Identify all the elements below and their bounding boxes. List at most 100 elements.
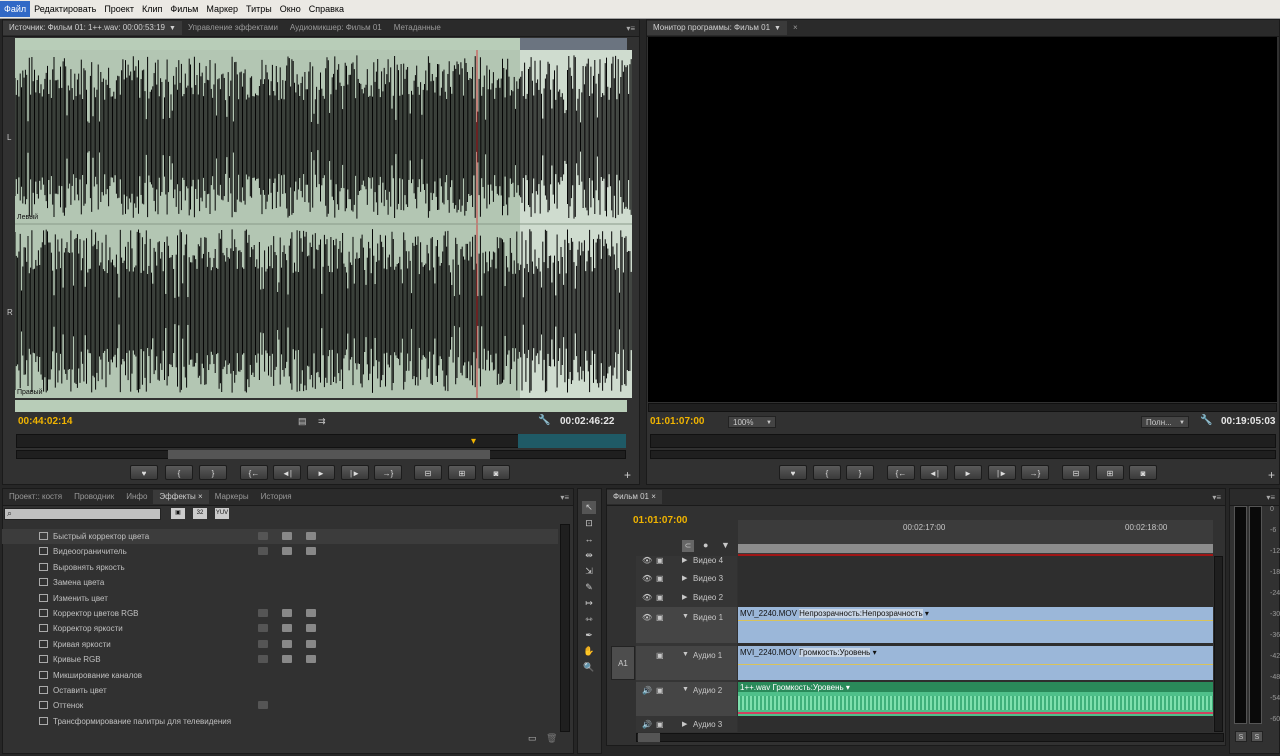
add-marker-button[interactable]: ♥	[779, 465, 807, 480]
export-frame-button[interactable]: ◙	[482, 465, 510, 480]
mark-in-button[interactable]: {	[165, 465, 193, 480]
zoom-select[interactable]: 100% ▼	[728, 416, 776, 428]
close-icon[interactable]: ×	[198, 492, 203, 501]
add-button-icon[interactable]: +	[624, 468, 631, 482]
tab-program-monitor[interactable]: Монитор программы: Фильм 01 ▼	[647, 21, 787, 35]
eye-icon[interactable]: 👁	[642, 556, 652, 565]
zoom-tool-icon[interactable]: 🔍	[582, 661, 596, 674]
selection-tool-icon[interactable]: ↖	[582, 501, 596, 514]
source-playhead-icon[interactable]: ▾	[471, 436, 476, 447]
collapse-track-icon[interactable]: ▼	[682, 613, 689, 620]
lift-button[interactable]: ⊟	[1062, 465, 1090, 480]
lock-icon[interactable]: ▣	[656, 686, 664, 695]
menu-help[interactable]: Справка	[305, 1, 348, 17]
lock-icon[interactable]: ▣	[656, 593, 664, 602]
speaker-icon[interactable]: 🔊	[642, 720, 652, 729]
tab-effects[interactable]: Эффекты ×	[153, 490, 209, 504]
add-marker-icon[interactable]: ●	[703, 540, 708, 550]
program-zoom-scrollbar[interactable]	[650, 450, 1276, 459]
export-frame-button[interactable]: ◙	[1129, 465, 1157, 480]
tab-markers[interactable]: Маркеры	[209, 490, 255, 504]
timeline-h-scrollbar[interactable]	[636, 733, 1224, 742]
effect-list-item[interactable]: Оттенок	[2, 698, 558, 713]
menu-marker[interactable]: Маркер	[202, 1, 242, 17]
goto-in-button[interactable]: {←	[887, 465, 915, 480]
new-bin-icon[interactable]: ▭	[528, 733, 537, 744]
slide-tool-icon[interactable]: ⇿	[582, 613, 596, 626]
panel-menu-icon[interactable]: ▾≡	[626, 24, 635, 33]
program-h-scrollbar[interactable]	[648, 403, 1277, 412]
effect-list-item[interactable]: Быстрый корректор цвета	[2, 529, 558, 544]
close-icon[interactable]: ×	[651, 492, 656, 501]
track-select-tool-icon[interactable]: ⊡	[582, 517, 596, 530]
expand-track-icon[interactable]: ▶	[682, 574, 687, 582]
step-back-button[interactable]: ◄|	[920, 465, 948, 480]
tab-audio-mixer[interactable]: Аудиомикшер: Фильм 01	[284, 21, 388, 35]
effect-list-item[interactable]: Кривая яркости	[2, 637, 558, 652]
eye-icon[interactable]: 👁	[642, 574, 652, 583]
panel-menu-icon[interactable]: ▾≡	[1212, 493, 1221, 502]
slip-tool-icon[interactable]: ↦	[582, 597, 596, 610]
lock-icon[interactable]: ▣	[656, 651, 664, 660]
expand-track-icon[interactable]: ▶	[682, 720, 687, 728]
effect-list-item[interactable]: Выровнять яркость	[2, 560, 558, 575]
effect-list-item[interactable]: Оставить цвет	[2, 683, 558, 698]
solo-left-button[interactable]: S	[1235, 731, 1247, 742]
snap-icon[interactable]: ⊂	[682, 540, 694, 552]
goto-in-button[interactable]: {←	[240, 465, 268, 480]
goto-out-button[interactable]: →}	[1021, 465, 1049, 480]
effects-v-scrollbar[interactable]	[560, 524, 570, 732]
rolling-edit-tool-icon[interactable]: ⇹	[582, 549, 596, 562]
overlay-button[interactable]: ⊞	[448, 465, 476, 480]
menu-window[interactable]: Окно	[276, 1, 305, 17]
effects-search-input[interactable]: ⌕	[4, 508, 161, 520]
effect-list-item[interactable]: Микширование каналов	[2, 668, 558, 683]
play-button[interactable]: ►	[954, 465, 982, 480]
opacity-line[interactable]	[738, 620, 1213, 621]
volume-line[interactable]	[738, 712, 1213, 714]
step-forward-button[interactable]: |►	[341, 465, 369, 480]
menu-file[interactable]: Файл	[0, 1, 31, 17]
eye-icon[interactable]: 👁	[642, 593, 652, 602]
waveform-scroll-thumb[interactable]	[520, 38, 627, 50]
timeline-v-scrollbar[interactable]	[1214, 556, 1223, 732]
tab-metadata[interactable]: Метаданные	[388, 21, 447, 35]
add-button-icon[interactable]: +	[1268, 468, 1275, 482]
collapse-track-icon[interactable]: ▼	[682, 686, 689, 693]
speaker-icon[interactable]: 🔊	[642, 686, 652, 695]
tab-effect-controls[interactable]: Управление эффектами	[182, 21, 284, 35]
expand-track-icon[interactable]: ▶	[682, 593, 687, 601]
lock-icon[interactable]: ▣	[656, 574, 664, 583]
add-marker-button[interactable]: ♥	[130, 465, 158, 480]
solo-right-button[interactable]: S	[1251, 731, 1263, 742]
menu-clip[interactable]: Клип	[138, 1, 166, 17]
effect-list-item[interactable]: Корректор яркости	[2, 621, 558, 636]
expand-track-icon[interactable]: ▶	[682, 556, 687, 564]
effect-list-item[interactable]: Видеоограничитель	[2, 544, 558, 559]
wrench-icon[interactable]: 🔧	[538, 415, 550, 426]
quality-select[interactable]: Полн... ▼	[1141, 416, 1189, 428]
wrench-icon[interactable]: 🔧	[1200, 415, 1212, 426]
yuv-filter-icon[interactable]: YUV	[215, 508, 229, 519]
step-forward-button[interactable]: |►	[988, 465, 1016, 480]
tab-sequence[interactable]: Фильм 01 ×	[607, 490, 662, 504]
mark-out-button[interactable]: }	[846, 465, 874, 480]
chevron-down-icon[interactable]: ▼	[169, 25, 176, 32]
tab-source[interactable]: Источник: Фильм 01: 1++.wav: 00:00:53:19…	[3, 21, 182, 35]
tab-media-browser[interactable]: Проводник	[68, 490, 120, 504]
panel-menu-icon[interactable]: ▾≡	[560, 493, 569, 502]
lock-icon[interactable]: ▣	[656, 556, 664, 565]
source-current-timecode[interactable]: 00:44:02:14	[18, 416, 72, 427]
mark-in-button[interactable]: {	[813, 465, 841, 480]
timeline-timecode[interactable]: 01:01:07:00	[633, 515, 687, 526]
timeline-h-thumb[interactable]	[638, 733, 660, 742]
delete-icon[interactable]: 🗑	[546, 733, 557, 744]
program-time-ruler[interactable]	[650, 434, 1276, 448]
play-button[interactable]: ►	[307, 465, 335, 480]
effect-list-item[interactable]: Кривые RGB	[2, 652, 558, 667]
hand-tool-icon[interactable]: ✋	[582, 645, 596, 658]
effect-list-item[interactable]: Трансформирование палитры для телевидени…	[2, 714, 558, 729]
menu-sequence[interactable]: Фильм	[166, 1, 202, 17]
effect-list-item[interactable]: Замена цвета	[2, 575, 558, 590]
mark-out-button[interactable]: }	[199, 465, 227, 480]
